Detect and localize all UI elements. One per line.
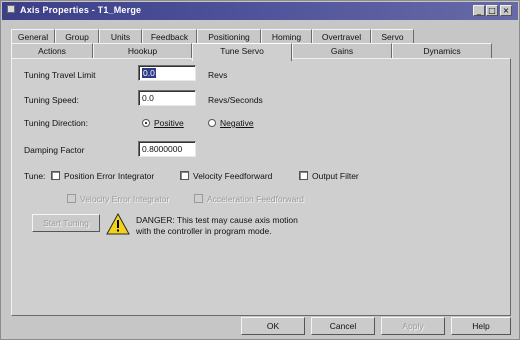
tab-tune-servo[interactable]: Tune Servo bbox=[192, 43, 292, 61]
maximize-button[interactable]: □ bbox=[486, 5, 498, 16]
travel-limit-label: Tuning Travel Limit bbox=[24, 70, 96, 80]
velocity-error-integrator-checkbox[interactable] bbox=[67, 194, 76, 203]
travel-limit-unit: Revs bbox=[208, 70, 228, 80]
start-tuning-button[interactable]: Start Tuning bbox=[32, 214, 100, 232]
speed-unit: Revs/Seconds bbox=[208, 95, 263, 105]
position-error-integrator-label[interactable]: Position Error Integrator bbox=[64, 171, 154, 181]
damping-input[interactable]: 0.8000000 bbox=[138, 141, 196, 157]
tune-servo-panel: Tuning Travel Limit 0.0 Revs Tuning Spee… bbox=[11, 58, 511, 316]
warning-triangle-icon bbox=[106, 213, 130, 235]
tab-gains[interactable]: Gains bbox=[292, 43, 392, 58]
output-filter-checkbox[interactable] bbox=[299, 171, 308, 180]
travel-limit-value: 0.0 bbox=[142, 68, 156, 78]
tab-actions[interactable]: Actions bbox=[11, 43, 93, 58]
window-app-icon bbox=[7, 5, 15, 13]
acceleration-feedforward-checkbox[interactable] bbox=[194, 194, 203, 203]
damping-label: Damping Factor bbox=[24, 145, 85, 155]
acceleration-feedforward-label: Acceleration Feedforward bbox=[207, 194, 304, 204]
tab-homing[interactable]: Homing bbox=[261, 29, 312, 44]
cancel-button[interactable]: Cancel bbox=[311, 317, 375, 335]
velocity-feedforward-label[interactable]: Velocity Feedforward bbox=[193, 171, 272, 181]
tab-positioning[interactable]: Positioning bbox=[197, 29, 261, 44]
velocity-feedforward-checkbox[interactable] bbox=[180, 171, 189, 180]
output-filter-label[interactable]: Output Filter bbox=[312, 171, 359, 181]
help-button[interactable]: Help bbox=[451, 317, 511, 335]
direction-negative-label[interactable]: Negative bbox=[220, 118, 254, 128]
tab-feedback[interactable]: Feedback bbox=[142, 29, 197, 44]
speed-label: Tuning Speed: bbox=[24, 95, 79, 105]
tab-units[interactable]: Units bbox=[99, 29, 142, 44]
tune-label: Tune: bbox=[24, 171, 46, 181]
danger-line-2: with the controller in program mode. bbox=[136, 226, 272, 236]
tab-hookup[interactable]: Hookup bbox=[93, 43, 192, 58]
window-title: Axis Properties - T1_Merge bbox=[20, 5, 142, 15]
tab-dynamics[interactable]: Dynamics bbox=[392, 43, 492, 58]
tab-group[interactable]: Group bbox=[55, 29, 99, 44]
tab-row-2: Actions Hookup Tune Servo Gains Dynamics bbox=[11, 43, 492, 61]
speed-input[interactable]: 0.0 bbox=[138, 90, 196, 106]
apply-button[interactable]: Apply bbox=[381, 317, 445, 335]
title-bar[interactable]: Axis Properties - T1_Merge _ □ × bbox=[2, 2, 518, 20]
tab-servo[interactable]: Servo bbox=[371, 29, 414, 44]
direction-negative-radio[interactable] bbox=[208, 119, 216, 127]
danger-line-1: DANGER: This test may cause axis motion bbox=[136, 215, 298, 225]
velocity-error-integrator-label: Velocity Error Integrator bbox=[80, 194, 170, 204]
direction-label: Tuning Direction: bbox=[24, 118, 88, 128]
direction-positive-radio[interactable] bbox=[142, 119, 150, 127]
travel-limit-input[interactable]: 0.0 bbox=[138, 65, 196, 81]
ok-button[interactable]: OK bbox=[241, 317, 305, 335]
minimize-button[interactable]: _ bbox=[473, 5, 485, 16]
position-error-integrator-checkbox[interactable] bbox=[51, 171, 60, 180]
direction-positive-label[interactable]: Positive bbox=[154, 118, 184, 128]
close-button[interactable]: × bbox=[500, 5, 512, 16]
tab-row-1: General Group Units Feedback Positioning… bbox=[11, 29, 414, 44]
axis-properties-dialog: Axis Properties - T1_Merge _ □ × General… bbox=[0, 0, 520, 340]
tab-general[interactable]: General bbox=[11, 29, 55, 44]
tab-overtravel[interactable]: Overtravel bbox=[312, 29, 371, 44]
